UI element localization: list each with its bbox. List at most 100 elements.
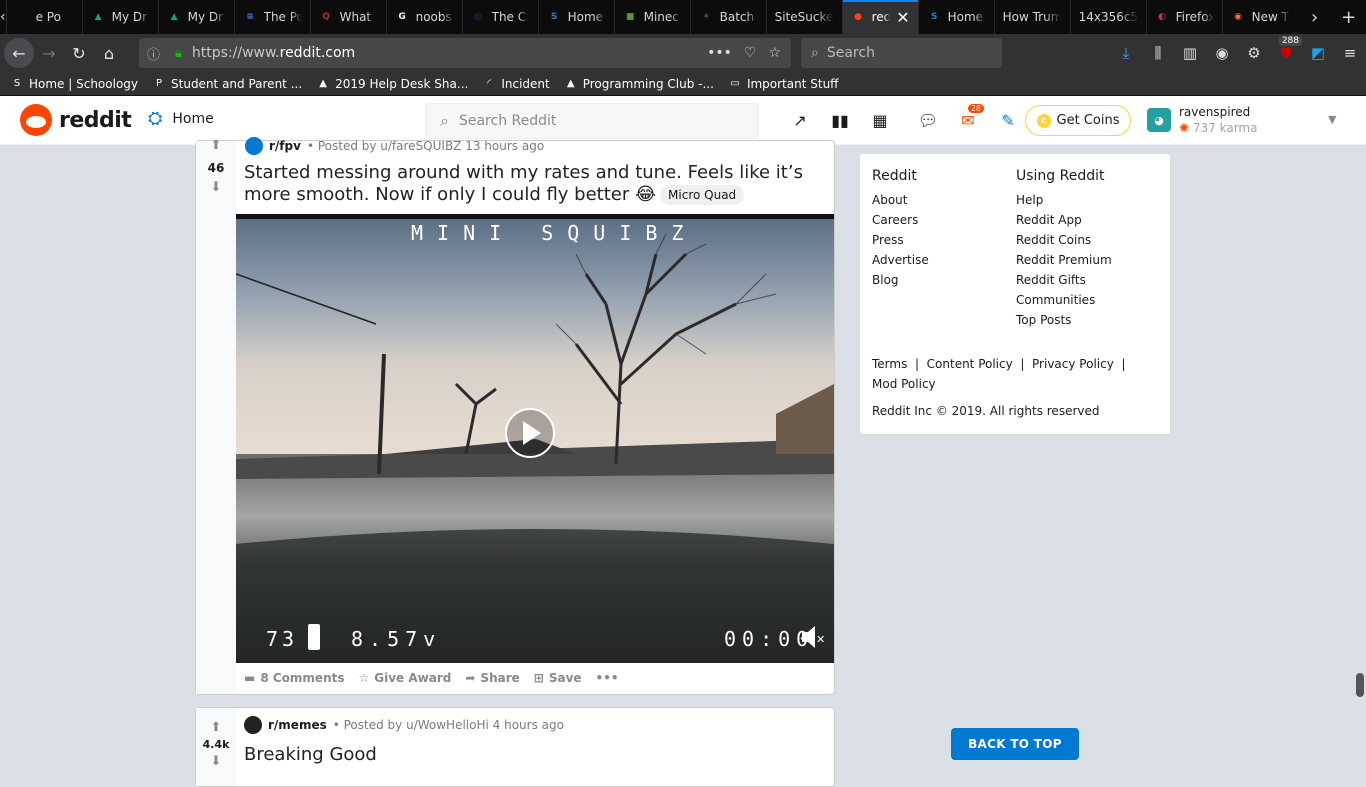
browser-tab[interactable]: ≡The Po bbox=[234, 0, 310, 34]
browser-tab[interactable]: ●red✕ bbox=[842, 0, 918, 34]
sidebar-icon[interactable]: ▥ bbox=[1174, 44, 1206, 62]
ublock-icon[interactable]: ⛊288 bbox=[1270, 44, 1302, 62]
sidebar-link[interactable]: About bbox=[872, 190, 929, 210]
comments-button[interactable]: ▬8 Comments bbox=[244, 671, 345, 685]
bookmark-icon: ▲ bbox=[316, 77, 330, 91]
coin-icon: c bbox=[1037, 114, 1051, 128]
browser-tab[interactable]: SiteSucker bbox=[766, 0, 842, 34]
download-icon[interactable]: ⤓ bbox=[1110, 44, 1142, 62]
save-button[interactable]: ⊞Save bbox=[534, 671, 582, 685]
sidebar-link[interactable]: Blog bbox=[872, 270, 929, 290]
sidebar-link[interactable]: Top Posts bbox=[1016, 310, 1112, 330]
browser-tab[interactable]: QWhat bbox=[310, 0, 386, 34]
bookmark-star-icon[interactable]: ☆ bbox=[768, 45, 781, 61]
sidebar-link[interactable]: Reddit Coins bbox=[1016, 230, 1112, 250]
reddit-logo[interactable]: reddit bbox=[20, 104, 131, 136]
subreddit-link[interactable]: r/memes bbox=[268, 718, 327, 732]
chat-icon[interactable]: 💬︎ bbox=[908, 108, 948, 132]
browser-search-input[interactable]: ⌕ Search bbox=[801, 38, 1002, 68]
browser-tab[interactable]: ■Minec bbox=[614, 0, 690, 34]
browser-tab[interactable]: ▲My Dr bbox=[158, 0, 234, 34]
content-policy-link[interactable]: Content Policy bbox=[927, 357, 1013, 371]
url-bar[interactable]: ⓘ 🔒︎ https://www.reddit.com ••• ♡ ☆ bbox=[139, 38, 791, 68]
give-award-button[interactable]: ☆Give Award bbox=[359, 671, 452, 685]
bookmark-icon: P bbox=[152, 77, 166, 91]
posted-by[interactable]: • Posted by u/fareSQUIBZ 13 hours ago bbox=[307, 139, 544, 153]
subreddit-link[interactable]: r/fpv bbox=[269, 139, 301, 153]
more-options-icon[interactable]: ••• bbox=[596, 671, 619, 685]
terms-link[interactable]: Terms bbox=[872, 357, 907, 371]
upvote-icon[interactable]: ⬆ bbox=[211, 720, 222, 735]
bookmark-icon: ▭ bbox=[728, 77, 742, 91]
sidebar-link[interactable]: Reddit Gifts bbox=[1016, 270, 1112, 290]
mod-policy-link[interactable]: Mod Policy bbox=[872, 377, 936, 391]
stats-icon[interactable]: ▮▮ bbox=[820, 108, 860, 132]
bookmark-item[interactable]: ◜Incident bbox=[482, 77, 549, 91]
chevron-down-icon[interactable]: ▼ bbox=[1328, 113, 1336, 126]
bookmark-item[interactable]: PStudent and Parent ... bbox=[152, 77, 302, 91]
sidebar-link[interactable]: Help bbox=[1016, 190, 1112, 210]
get-coins-button[interactable]: c Get Coins bbox=[1025, 105, 1131, 136]
video-player[interactable]: MINI SQUIBZ 73 8.57v 00:00 ✕ bbox=[236, 214, 834, 663]
snoo-icon bbox=[20, 104, 52, 136]
browser-tab[interactable]: SHome bbox=[918, 0, 994, 34]
bookmark-item[interactable]: ▭Important Stuff bbox=[728, 77, 839, 91]
account-icon[interactable]: ◉ bbox=[1206, 44, 1238, 62]
downvote-icon[interactable]: ⬇ bbox=[211, 754, 222, 769]
browser-tab[interactable]: How Trum bbox=[994, 0, 1070, 34]
reload-button[interactable]: ↻ bbox=[64, 38, 94, 68]
page-actions-icon[interactable]: ••• bbox=[707, 45, 732, 61]
library-icon[interactable]: ⫼ bbox=[1142, 44, 1174, 62]
post-flair[interactable]: Micro Quad bbox=[660, 185, 744, 205]
play-icon[interactable] bbox=[506, 409, 554, 457]
mail-icon[interactable]: ✉28 bbox=[948, 108, 988, 132]
browser-tab[interactable]: ▲My Dr bbox=[82, 0, 158, 34]
post-title[interactable]: Started messing around with my rates and… bbox=[244, 162, 824, 206]
bookmark-item[interactable]: SHome | Schoology bbox=[10, 77, 138, 91]
site-info-icon[interactable]: ⓘ bbox=[147, 44, 167, 63]
upvote-icon[interactable]: ⬆ bbox=[211, 141, 222, 151]
home-button[interactable]: ⌂ bbox=[94, 38, 124, 68]
browser-tab[interactable]: ◐Firefox bbox=[1146, 0, 1222, 34]
qr-icon[interactable]: ▦ bbox=[860, 108, 900, 132]
privacy-policy-link[interactable]: Privacy Policy bbox=[1032, 357, 1114, 371]
sidebar-link[interactable]: Advertise bbox=[872, 250, 929, 270]
sidebar-link[interactable]: Reddit App bbox=[1016, 210, 1112, 230]
url-text[interactable]: https://www.reddit.com bbox=[192, 45, 355, 61]
browser-tab[interactable]: 14x356c5( bbox=[1070, 0, 1146, 34]
bookmark-item[interactable]: ▲2019 Help Desk Sha... bbox=[316, 77, 468, 91]
reddit-search-input[interactable]: ⌕ Search Reddit bbox=[425, 103, 759, 139]
extension-blue-icon[interactable]: ◩ bbox=[1302, 44, 1334, 62]
post-title[interactable]: Breaking Good bbox=[244, 744, 377, 766]
menu-icon[interactable]: ≡ bbox=[1334, 44, 1366, 62]
browser-tab[interactable]: SHome bbox=[538, 0, 614, 34]
close-tab-icon[interactable]: ✕ bbox=[896, 8, 909, 27]
popular-icon[interactable]: ↗ bbox=[780, 108, 820, 132]
share-button[interactable]: ➦Share bbox=[465, 671, 519, 685]
new-tab-button[interactable]: + bbox=[1332, 0, 1366, 34]
sidebar-link[interactable]: Careers bbox=[872, 210, 929, 230]
browser-tab[interactable]: Gnoobs bbox=[386, 0, 462, 34]
create-post-icon[interactable]: ✎ bbox=[988, 108, 1028, 132]
sidebar-link[interactable]: Press bbox=[872, 230, 929, 250]
pocket-icon[interactable]: ♡ bbox=[744, 45, 757, 61]
home-dropdown[interactable]: ⛭ Home bbox=[148, 108, 214, 129]
browser-tab[interactable]: ✶Batch bbox=[690, 0, 766, 34]
sidebar-link[interactable]: Reddit Premium bbox=[1016, 250, 1112, 270]
scrollbar-thumb[interactable] bbox=[1356, 673, 1364, 697]
browser-tab[interactable]: ◉New T bbox=[1222, 0, 1298, 34]
lock-icon[interactable]: 🔒︎ bbox=[175, 46, 182, 61]
downvote-icon[interactable]: ⬇ bbox=[211, 180, 222, 195]
browser-tab[interactable]: e Po bbox=[6, 0, 82, 34]
bookmark-item[interactable]: ▲Programming Club -... bbox=[564, 77, 714, 91]
forward-button[interactable]: → bbox=[34, 38, 64, 68]
back-button[interactable]: ← bbox=[4, 38, 34, 68]
tab-scroll-right-icon[interactable]: › bbox=[1298, 0, 1332, 34]
back-to-top-button[interactable]: BACK TO TOP bbox=[951, 728, 1079, 760]
user-menu[interactable]: ◕ ravenspired ✺ 737 karma bbox=[1147, 105, 1257, 135]
sidebar-col-using: Using Reddit HelpReddit AppReddit CoinsR… bbox=[1016, 166, 1112, 330]
sidebar-link[interactable]: Communities bbox=[1016, 290, 1112, 310]
browser-tab[interactable]: ◎The C bbox=[462, 0, 538, 34]
extension-icon[interactable]: ⚙ bbox=[1238, 44, 1270, 62]
posted-by[interactable]: • Posted by u/WowHelloHi 4 hours ago bbox=[333, 718, 564, 732]
